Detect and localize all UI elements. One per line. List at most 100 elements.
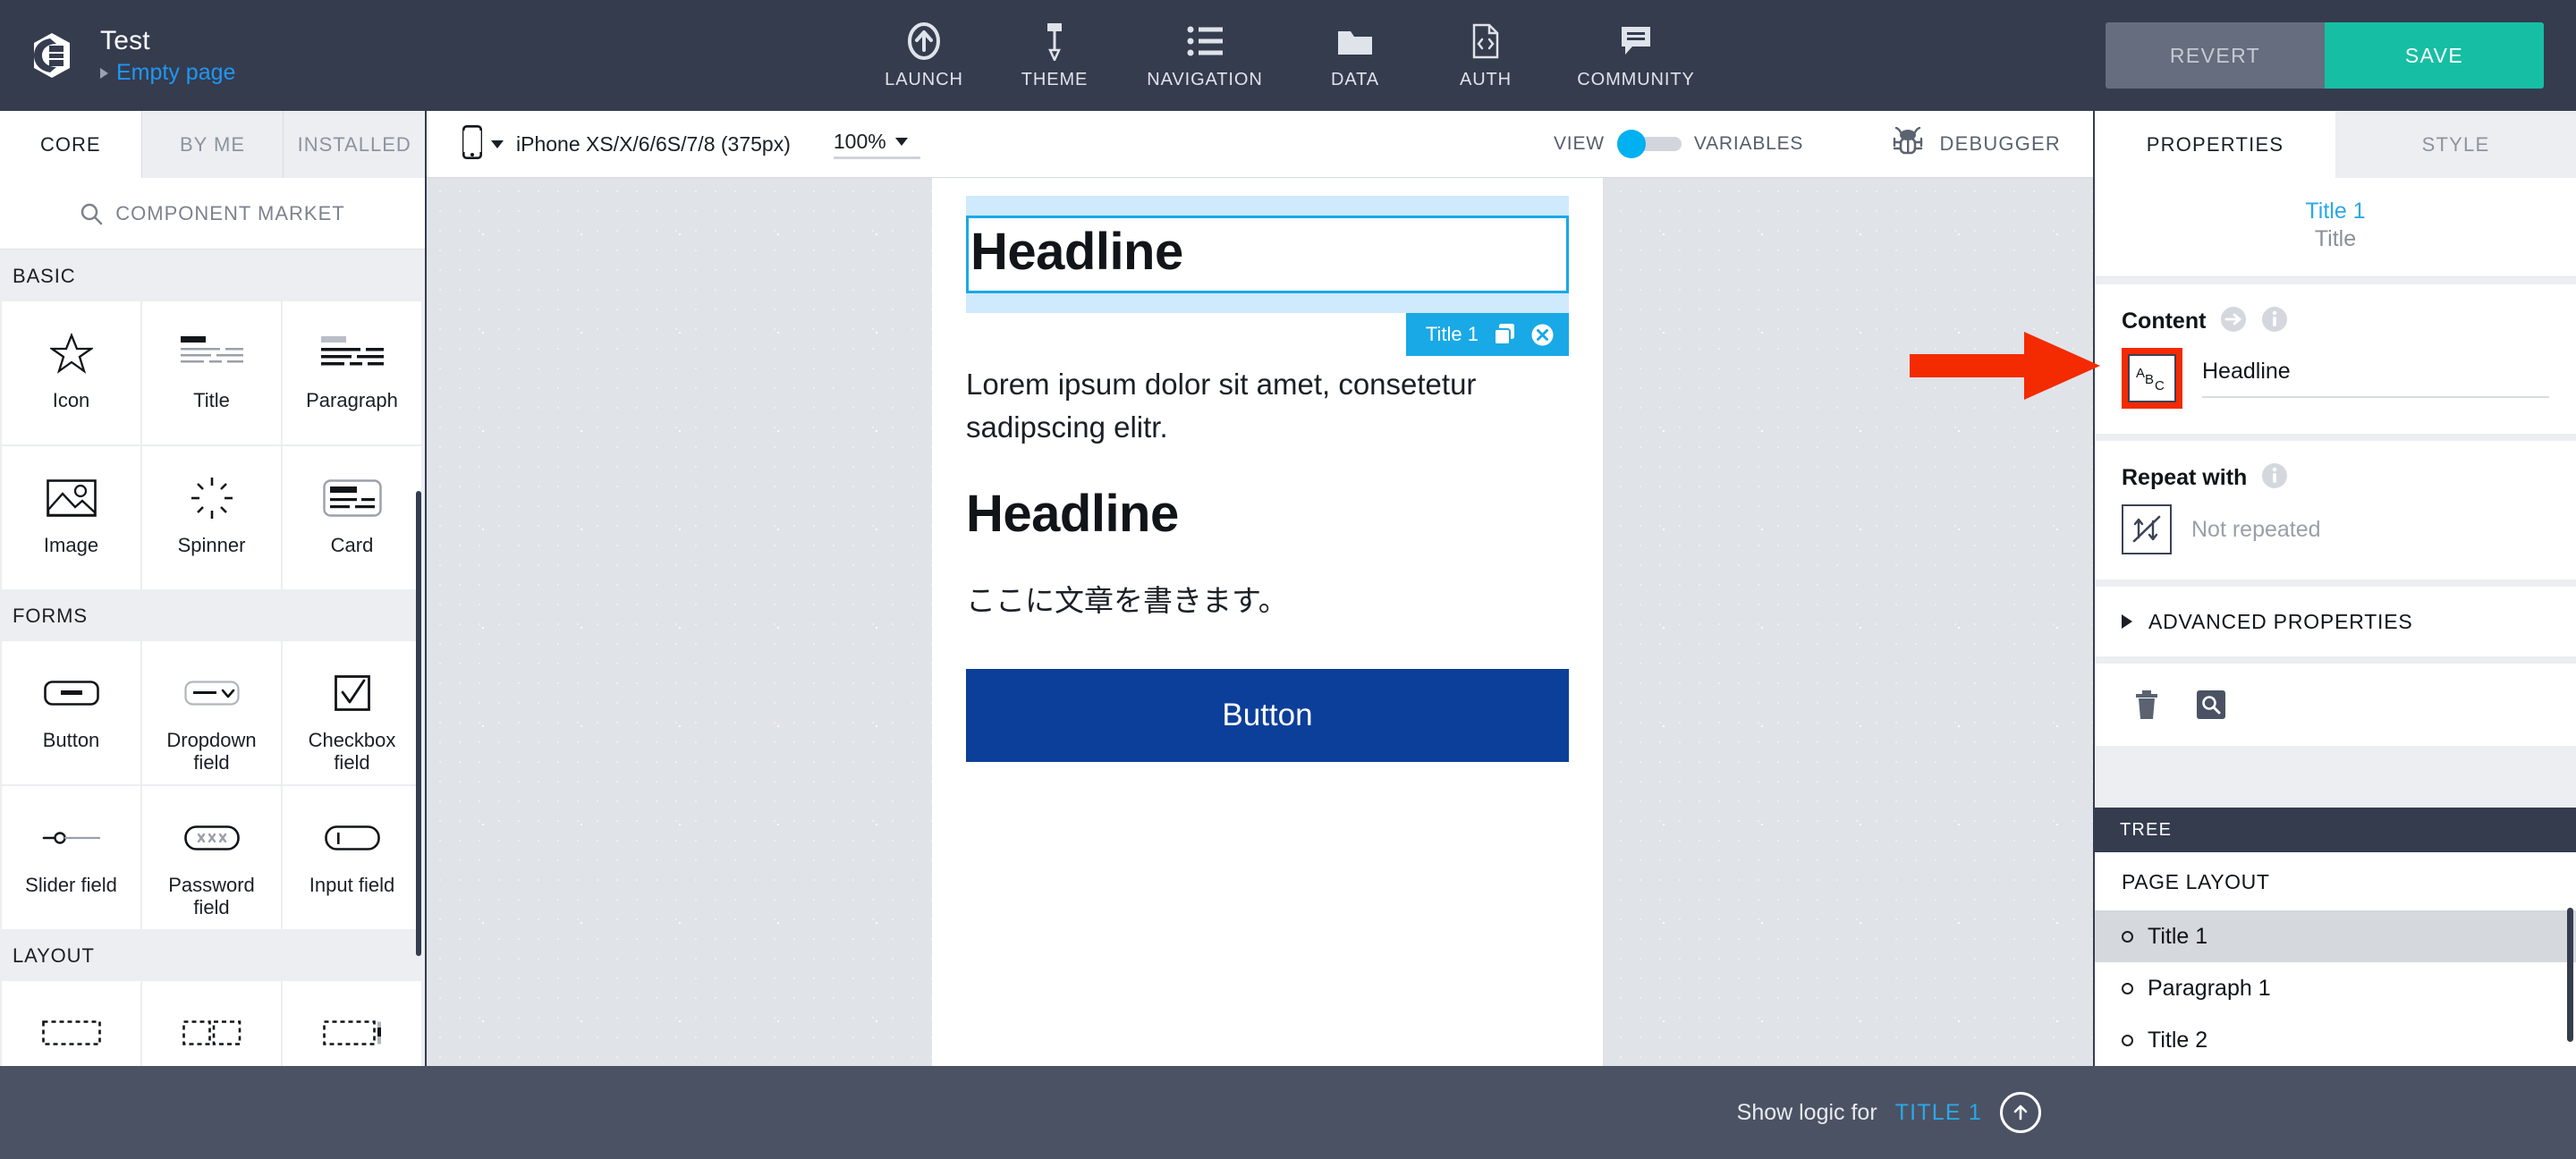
library-tabs: CORE BY ME INSTALLED (0, 111, 425, 178)
component-paragraph[interactable]: Paragraph (283, 301, 421, 444)
component-slider-field[interactable]: Slider field (2, 786, 140, 929)
tab-style[interactable]: STYLE (2335, 111, 2576, 178)
page-breadcrumb[interactable]: Empty page (100, 61, 235, 85)
component-grid-forms: Button Dropdown field Checkbox field Sli… (0, 641, 425, 929)
launch-arrow-up-icon (908, 21, 940, 61)
nav-item-theme[interactable]: THEME (989, 0, 1120, 111)
advanced-properties-toggle[interactable]: ADVANCED PROPERTIES (2095, 587, 2576, 656)
tree-item-title-1[interactable]: Title 1 (2095, 910, 2576, 962)
close-circle-icon[interactable] (1530, 323, 1555, 347)
device-selector[interactable]: iPhone XS/X/6/6S/7/8 (375px) (427, 124, 791, 164)
selected-title-wrapper: Headline Title 1 (966, 196, 1569, 356)
tab-installed[interactable]: INSTALLED (284, 111, 425, 178)
canvas-stage[interactable]: Headline Title 1 Lorem ipsum dolor sit a… (427, 178, 2093, 1066)
component-row[interactable]: Row (142, 981, 281, 1066)
save-button[interactable]: SAVE (2325, 22, 2544, 89)
toggle-label-view: VIEW (1554, 133, 1605, 154)
revert-button[interactable]: REVERT (2106, 22, 2325, 89)
tab-core[interactable]: CORE (0, 111, 142, 178)
component-label: Dropdown field (166, 729, 257, 774)
repeat-label-row: Repeat with (2122, 462, 2549, 494)
content-value-input[interactable]: Headline (2202, 359, 2549, 398)
tree-item-paragraph-1[interactable]: Paragraph 1 (2095, 962, 2576, 1014)
nav-label: COMMUNITY (1577, 69, 1695, 89)
app-root: Test Empty page LAUNCH THEME NAVIGATION … (0, 0, 2576, 1159)
repeat-field-row: Not repeated (2122, 504, 2549, 554)
svg-text:B: B (2145, 372, 2154, 387)
view-variables-toggle[interactable] (1616, 130, 1682, 158)
container-dashed-icon (41, 1004, 101, 1062)
repeat-with-label: Repeat with (2122, 465, 2248, 490)
brand-text: Test Empty page (100, 26, 235, 85)
info-icon[interactable] (2261, 462, 2288, 494)
component-dropdown-field[interactable]: Dropdown field (142, 641, 281, 784)
inspect-magnifier-icon[interactable] (2197, 690, 2225, 719)
nav-item-launch[interactable]: LAUNCH (859, 0, 989, 111)
checkbox-checked-icon (334, 664, 370, 722)
title-1-text: Headline (970, 223, 1183, 281)
component-icon[interactable]: Icon (2, 301, 140, 444)
canvas-paragraph-2[interactable]: ここに文章を書きます。 (966, 580, 1569, 622)
tree-item-title-2[interactable]: Title 2 (2095, 1014, 2576, 1066)
chevron-down-icon (491, 140, 504, 148)
selected-component-type: Title (2314, 226, 2357, 251)
tab-by-me[interactable]: BY ME (142, 111, 284, 178)
data-folder-icon (1336, 21, 1374, 61)
tree-bullet-icon (2122, 930, 2133, 943)
duplicate-icon[interactable] (1493, 323, 1516, 346)
section-header-basic: BASIC (13, 265, 76, 287)
svg-text:A: A (2136, 366, 2145, 381)
debugger-button[interactable]: DEBUGGER (1891, 126, 2061, 162)
nav-item-auth[interactable]: AUTH (1420, 0, 1551, 111)
arrow-up-circle-icon[interactable] (2000, 1092, 2041, 1133)
component-input-field[interactable]: Input field (283, 786, 421, 929)
nav-item-data[interactable]: DATA (1290, 0, 1420, 111)
component-container[interactable]: Container (2, 981, 140, 1066)
properties-tabs: PROPERTIES STYLE (2095, 111, 2576, 178)
nav-item-navigation[interactable]: NAVIGATION (1120, 0, 1290, 111)
library-scrollbar[interactable] (416, 491, 421, 956)
nav-item-community[interactable]: COMMUNITY (1551, 0, 1721, 111)
nav-label: LAUNCH (885, 69, 963, 89)
button-pill-icon (43, 664, 99, 722)
section-header-layout: LAYOUT (13, 944, 95, 967)
component-checkbox-field[interactable]: Checkbox field (283, 641, 421, 784)
repeat-with-value[interactable]: Not repeated (2191, 517, 2321, 543)
component-market-search[interactable]: COMPONENT MARKET (0, 178, 425, 250)
component-card[interactable]: Card (283, 446, 421, 589)
repeat-with-property-group: Repeat with Not repeated (2095, 441, 2576, 580)
trash-icon[interactable] (2134, 689, 2159, 720)
content-label: Content (2122, 309, 2207, 334)
component-spinner[interactable]: Spinner (142, 446, 281, 589)
canvas-title-2[interactable]: Headline (966, 485, 1569, 544)
component-image[interactable]: Image (2, 446, 140, 589)
tree-bullet-icon (2122, 982, 2133, 994)
info-icon[interactable] (2261, 306, 2288, 337)
view-variables-toggle-group: VIEW VARIABLES (1554, 130, 1804, 158)
component-scroll-view[interactable]: Scroll view (283, 981, 421, 1066)
tree-scrollbar[interactable] (2567, 908, 2573, 1042)
theme-brush-icon (1044, 21, 1065, 61)
chevron-right-icon (2122, 614, 2132, 629)
section-header-forms: FORMS (13, 605, 88, 627)
show-logic-group[interactable]: Show logic for TITLE 1 (1737, 1092, 2576, 1133)
canvas-paragraph-1[interactable]: Lorem ipsum dolor sit amet, consetetur s… (966, 363, 1569, 449)
title-lines-icon (180, 325, 243, 382)
tab-properties[interactable]: PROPERTIES (2095, 111, 2335, 178)
component-button[interactable]: Button (2, 641, 140, 784)
abc-text-type-icon[interactable]: A B C (2128, 354, 2176, 402)
toggle-label-variables: VARIABLES (1693, 133, 1804, 154)
scrollview-dashed-icon (322, 1004, 382, 1062)
component-password-field[interactable]: Password field (142, 786, 281, 929)
component-title[interactable]: Title (142, 301, 281, 444)
component-library-panel: CORE BY ME INSTALLED COMPONENT MARKET BA… (0, 111, 427, 1066)
not-repeated-icon[interactable] (2122, 504, 2172, 554)
selection-padding-bottom (966, 293, 1569, 313)
canvas-button[interactable]: Button (966, 669, 1569, 762)
tree-header-label: TREE (2120, 819, 2173, 840)
canvas-title-1[interactable]: Headline (966, 216, 1569, 293)
binding-arrow-icon[interactable] (2220, 306, 2247, 337)
zoom-selector[interactable]: 100% (833, 130, 920, 159)
component-list-scroll[interactable]: BASIC Icon Title Paragraph Image Spinner… (0, 250, 425, 1066)
tree-bullet-icon (2122, 1034, 2133, 1046)
